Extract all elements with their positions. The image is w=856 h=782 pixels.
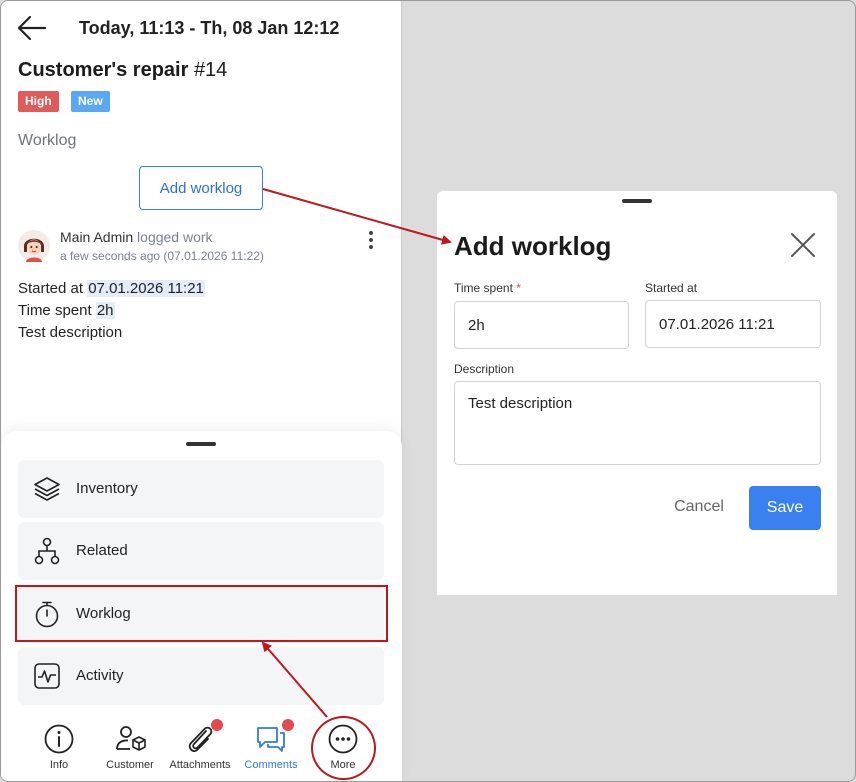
screenshot-frame: Today, 11:13 - Th, 08 Jan 12:12 Customer…	[0, 0, 856, 782]
log-details: Started at 07.01.2026 11:21 Time spent 2…	[18, 278, 205, 344]
order-name: Customer's repair	[18, 59, 189, 81]
dialog-title: Add worklog	[454, 231, 612, 261]
menu-item-related[interactable]: Related	[18, 522, 384, 580]
required-mark: *	[516, 281, 521, 295]
log-action: logged work	[137, 229, 213, 245]
comments-notification-dot	[282, 719, 294, 731]
kebab-menu-icon[interactable]	[363, 229, 379, 251]
description-label: Description	[454, 362, 515, 376]
log-started-row: Started at 07.01.2026 11:21	[18, 278, 205, 300]
log-author-line: Main Admin logged work	[60, 229, 213, 245]
info-icon	[44, 724, 74, 754]
worklog-section-label: Worklog	[18, 132, 77, 149]
status-badge: New	[71, 91, 110, 112]
nav-label: Attachments	[169, 759, 231, 771]
nav-label: Comments	[244, 759, 298, 771]
nav-customer[interactable]: Customer	[90, 723, 170, 779]
log-description: Test description	[18, 324, 123, 341]
sheet-grabber[interactable]	[186, 442, 216, 446]
log-spent-row: Time spent 2h	[18, 300, 205, 322]
customer-icon	[116, 726, 146, 751]
started-at-label: Started at	[645, 281, 698, 295]
log-spent-value: 2h	[95, 302, 115, 319]
log-timestamp: a few seconds ago (07.01.2026 11:22)	[60, 249, 264, 263]
avatar	[18, 230, 50, 262]
more-highlight-annotation	[311, 716, 376, 780]
menu-item-label: Activity	[76, 667, 124, 684]
priority-badge: High	[18, 91, 59, 112]
started-at-input[interactable]	[645, 300, 821, 348]
worklog-highlight-annotation	[15, 585, 388, 642]
log-started-label: Started at	[18, 280, 84, 297]
attachments-notification-dot	[211, 719, 223, 731]
order-number: #14	[193, 59, 228, 81]
nav-info[interactable]: Info	[19, 723, 99, 779]
nav-label: Info	[49, 759, 69, 771]
nav-attachments[interactable]: Attachments	[160, 719, 240, 779]
activity-icon	[34, 663, 60, 689]
description-textarea[interactable]: Test description	[454, 381, 821, 465]
time-spent-input[interactable]	[454, 301, 629, 349]
layers-icon	[34, 477, 60, 501]
menu-item-label: Related	[76, 542, 128, 559]
add-worklog-button[interactable]: Add worklog	[139, 166, 263, 210]
log-spent-label: Time spent	[18, 302, 92, 319]
nav-comments[interactable]: Comments	[231, 719, 311, 779]
menu-item-label: Inventory	[76, 480, 138, 497]
close-icon[interactable]	[789, 231, 817, 259]
time-spent-label: Time spent *	[454, 281, 521, 295]
log-author-name: Main Admin	[60, 229, 134, 245]
add-worklog-dialog: Add worklog Time spent * Started at Desc…	[437, 191, 837, 595]
hierarchy-icon	[34, 537, 60, 565]
log-started-value: 07.01.2026 11:21	[87, 280, 205, 297]
save-button[interactable]: Save	[749, 486, 821, 530]
dialog-grabber[interactable]	[622, 199, 652, 203]
top-bar: Today, 11:13 - Th, 08 Jan 12:12	[1, 1, 402, 57]
order-screen: Today, 11:13 - Th, 08 Jan 12:12 Customer…	[1, 1, 402, 781]
date-range-title: Today, 11:13 - Th, 08 Jan 12:12	[79, 18, 340, 38]
time-spent-label-text: Time spent	[454, 281, 513, 295]
menu-item-activity[interactable]: Activity	[18, 647, 384, 705]
order-title: Customer's repair #14	[18, 59, 227, 82]
cancel-button[interactable]: Cancel	[663, 487, 735, 527]
menu-item-inventory[interactable]: Inventory	[18, 460, 384, 518]
back-arrow-icon[interactable]	[17, 15, 47, 41]
nav-label: Customer	[106, 759, 154, 771]
